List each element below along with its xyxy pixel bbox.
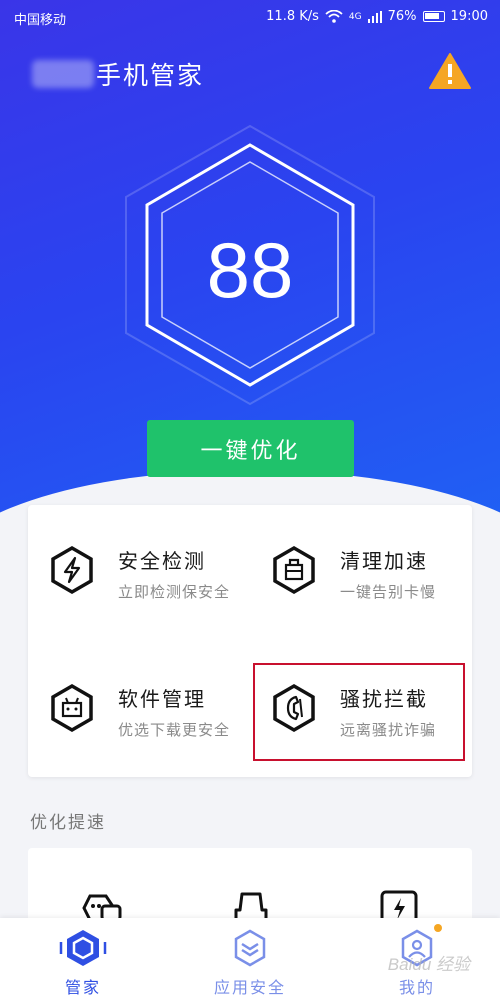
battery-icon (422, 11, 445, 22)
feature-security-check[interactable]: 安全检测 立即检测保安全 (28, 505, 248, 615)
feature-subtitle: 立即检测保安全 (118, 583, 231, 601)
feature-title: 安全检测 (118, 549, 206, 573)
status-bar: 中国移动 11.8 K/s 4G 76% 19:00 (0, 0, 500, 34)
net-speed: 11.8 K/s (266, 9, 319, 24)
tab-home[interactable]: 管家 (0, 918, 166, 1000)
score-hexagon[interactable]: 88 (120, 120, 380, 410)
lightning-hexagon-icon (51, 545, 93, 595)
feature-title: 软件管理 (118, 687, 206, 711)
section-title: 优化提速 (30, 813, 106, 833)
one-click-optimize-button[interactable]: 一键优化 (147, 420, 354, 477)
home-hexagon-icon (59, 930, 107, 966)
app-shield-icon (234, 929, 266, 967)
carrier-label: 中国移动 (14, 13, 67, 28)
signal-icon (367, 10, 382, 23)
robot-hexagon-icon (51, 683, 93, 733)
health-score: 88 (206, 226, 294, 314)
watermark: Baidu 经验 (387, 955, 470, 974)
tab-label: 应用安全 (213, 978, 286, 997)
trash-hexagon-icon (273, 545, 315, 595)
battery-percent: 76% (387, 9, 417, 24)
app-title-text: 手机管家 (96, 61, 205, 90)
feature-software-manage[interactable]: 软件管理 优选下载更安全 (28, 643, 248, 753)
notification-dot (434, 924, 442, 932)
status-right: 11.8 K/s 4G 76% 19:00 (266, 9, 488, 24)
app-title: 手机管家 (32, 56, 204, 92)
tab-label: 我的 (398, 978, 435, 997)
feature-title: 清理加速 (340, 549, 428, 573)
clock: 19:00 (450, 9, 488, 24)
feature-clean-speedup[interactable]: 清理加速 一键告别卡慢 (250, 505, 470, 615)
feature-subtitle: 优选下载更安全 (118, 721, 231, 739)
tab-app-security[interactable]: 应用安全 (167, 918, 333, 1000)
tab-label: 管家 (64, 978, 101, 997)
feature-subtitle: 一键告别卡慢 (340, 583, 437, 601)
warning-icon[interactable] (428, 52, 472, 90)
speedup-card (28, 848, 472, 928)
network-type: 4G (348, 11, 362, 22)
highlight-box (253, 663, 465, 761)
wifi-icon (325, 10, 343, 23)
blurred-brand (32, 60, 94, 88)
